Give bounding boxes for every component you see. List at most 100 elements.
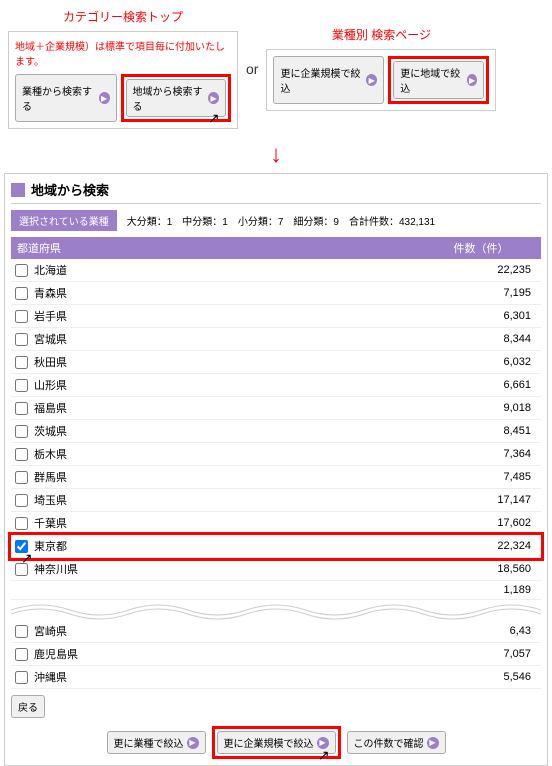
prefecture-name: 岩手県 bbox=[32, 307, 421, 325]
prefecture-name: 栃木県 bbox=[32, 445, 421, 463]
section-icon bbox=[11, 183, 25, 197]
row-checkbox[interactable] bbox=[15, 379, 28, 392]
note-text: 地域＋企業規模）は標準で項目毎に付加いたします。 bbox=[15, 38, 231, 68]
row-checkbox[interactable] bbox=[15, 402, 28, 415]
prefecture-name: 千葉県 bbox=[32, 514, 421, 532]
table-row: 青森県7,195 bbox=[11, 282, 541, 305]
th-count: 件数（件） bbox=[421, 237, 541, 259]
arrow-icon: ▶ bbox=[187, 737, 199, 749]
prefecture-name: 群馬県 bbox=[32, 468, 421, 486]
count-dai: 大分類：1 bbox=[127, 213, 173, 228]
table-row: 宮城県8,344 bbox=[11, 328, 541, 351]
table-row: 埼玉県17,147 bbox=[11, 489, 541, 512]
row-checkbox[interactable] bbox=[15, 671, 28, 684]
prefecture-count: 22,235 bbox=[421, 263, 541, 277]
table-row: 鹿児島県7,057 bbox=[11, 643, 541, 666]
row-checkbox[interactable] bbox=[15, 333, 28, 346]
prefecture-count: 22,324 bbox=[421, 539, 541, 553]
row-checkbox[interactable] bbox=[15, 264, 28, 277]
down-arrow-icon: ↓ bbox=[0, 141, 552, 169]
main-panel: 地域から検索 選択されている業種 大分類：1 中分類：1 小分類：7 細分類：9… bbox=[4, 173, 548, 766]
right-panel-title: 業種別 検索ページ bbox=[266, 26, 496, 43]
row-checkbox[interactable] bbox=[15, 540, 28, 553]
table-row: 東京都22,324 bbox=[11, 535, 541, 558]
search-by-region-button[interactable]: 地域から検索する▶ bbox=[126, 79, 226, 117]
or-label: or bbox=[246, 61, 258, 77]
prefecture-count: 17,147 bbox=[421, 493, 541, 507]
prefecture-name: 北海道 bbox=[32, 261, 421, 279]
row-checkbox[interactable] bbox=[15, 356, 28, 369]
confirm-count-button[interactable]: この件数で確認▶ bbox=[347, 731, 446, 754]
narrow-by-region-button[interactable]: 更に地域で絞込▶ bbox=[393, 61, 484, 99]
prefecture-count: 6,032 bbox=[421, 355, 541, 369]
left-panel: 地域＋企業規模）は標準で項目毎に付加いたします。 業種から検索する▶ 地域から検… bbox=[8, 31, 238, 129]
prefecture-name: 鹿児島県 bbox=[32, 645, 421, 663]
right-panel: 更に企業規模で絞込▶ 更に地域で絞込▶ bbox=[266, 49, 496, 111]
table-row: 沖縄県5,546 bbox=[11, 666, 541, 689]
selected-industry-tag: 選択されている業種 bbox=[11, 210, 117, 231]
count-sho: 小分類：7 bbox=[238, 213, 284, 228]
table-row: 千葉県17,602 bbox=[11, 512, 541, 535]
table-row: 茨城県8,451 bbox=[11, 420, 541, 443]
prefecture-count: 18,560 bbox=[421, 562, 541, 576]
arrow-icon: ▶ bbox=[99, 92, 110, 104]
table-row: 岩手県6,301 bbox=[11, 305, 541, 328]
prefecture-name: 宮崎県 bbox=[32, 622, 421, 640]
row-checkbox[interactable] bbox=[15, 425, 28, 438]
row-checkbox[interactable] bbox=[15, 625, 28, 638]
table-header: 都道府県 件数（件） bbox=[11, 237, 541, 259]
prefecture-name: 福島県 bbox=[32, 399, 421, 417]
row-checkbox[interactable] bbox=[15, 287, 28, 300]
table-row: 群馬県7,485 bbox=[11, 466, 541, 489]
prefecture-count: 8,344 bbox=[421, 332, 541, 346]
back-button[interactable]: 戻る bbox=[11, 695, 45, 718]
search-by-industry-button[interactable]: 業種から検索する▶ bbox=[15, 74, 117, 122]
wave-separator bbox=[11, 600, 541, 620]
row-checkbox[interactable] bbox=[15, 471, 28, 484]
count-total: 合計件数：432,131 bbox=[349, 213, 435, 228]
arrow-icon: ▶ bbox=[317, 737, 329, 749]
arrow-icon: ▶ bbox=[467, 74, 478, 86]
prefecture-name: 秋田県 bbox=[32, 353, 421, 371]
narrow-size-button[interactable]: 更に企業規模で絞込▶ bbox=[217, 731, 336, 754]
arrow-icon: ▶ bbox=[366, 74, 377, 86]
table-row: 福島県9,018 bbox=[11, 397, 541, 420]
prefecture-name: 神奈川県 bbox=[32, 560, 421, 578]
row-checkbox[interactable] bbox=[15, 448, 28, 461]
prefecture-count: 6,43 bbox=[421, 624, 541, 638]
row-checkbox[interactable] bbox=[15, 648, 28, 661]
prefecture-count: 7,057 bbox=[421, 647, 541, 661]
table-row: 神奈川県18,560 bbox=[11, 558, 541, 581]
prefecture-count: 9,018 bbox=[421, 401, 541, 415]
arrow-icon: ▶ bbox=[208, 92, 219, 104]
row-checkbox[interactable] bbox=[15, 494, 28, 507]
section-title: 地域から検索 bbox=[31, 180, 109, 199]
table-row: 北海道22,235 bbox=[11, 259, 541, 282]
row-checkbox[interactable] bbox=[15, 517, 28, 530]
left-panel-title: カテゴリー検索トップ bbox=[8, 8, 238, 25]
prefecture-count: 8,451 bbox=[421, 424, 541, 438]
table-row: 山形県6,661 bbox=[11, 374, 541, 397]
count-chu: 中分類：1 bbox=[182, 213, 228, 228]
prefecture-count: 7,485 bbox=[421, 470, 541, 484]
prefecture-count: 7,195 bbox=[421, 286, 541, 300]
partial-count: 1,189 bbox=[421, 583, 541, 597]
row-checkbox[interactable] bbox=[15, 310, 28, 323]
prefecture-count: 17,602 bbox=[421, 516, 541, 530]
count-sai: 細分類：9 bbox=[293, 213, 339, 228]
table-row: 宮崎県6,43 bbox=[11, 620, 541, 643]
table-row: 秋田県6,032 bbox=[11, 351, 541, 374]
prefecture-count: 5,546 bbox=[421, 670, 541, 684]
prefecture-name: 青森県 bbox=[32, 284, 421, 302]
narrow-industry-button[interactable]: 更に業種で絞込▶ bbox=[107, 731, 206, 754]
th-prefecture: 都道府県 bbox=[11, 237, 421, 259]
prefecture-name: 茨城県 bbox=[32, 422, 421, 440]
prefecture-count: 6,661 bbox=[421, 378, 541, 392]
prefecture-name: 沖縄県 bbox=[32, 668, 421, 686]
narrow-by-size-button[interactable]: 更に企業規模で絞込▶ bbox=[273, 56, 384, 104]
prefecture-name: 東京都 bbox=[32, 537, 421, 555]
prefecture-name: 宮城県 bbox=[32, 330, 421, 348]
table-row: 栃木県7,364 bbox=[11, 443, 541, 466]
prefecture-name: 埼玉県 bbox=[32, 491, 421, 509]
prefecture-name: 山形県 bbox=[32, 376, 421, 394]
